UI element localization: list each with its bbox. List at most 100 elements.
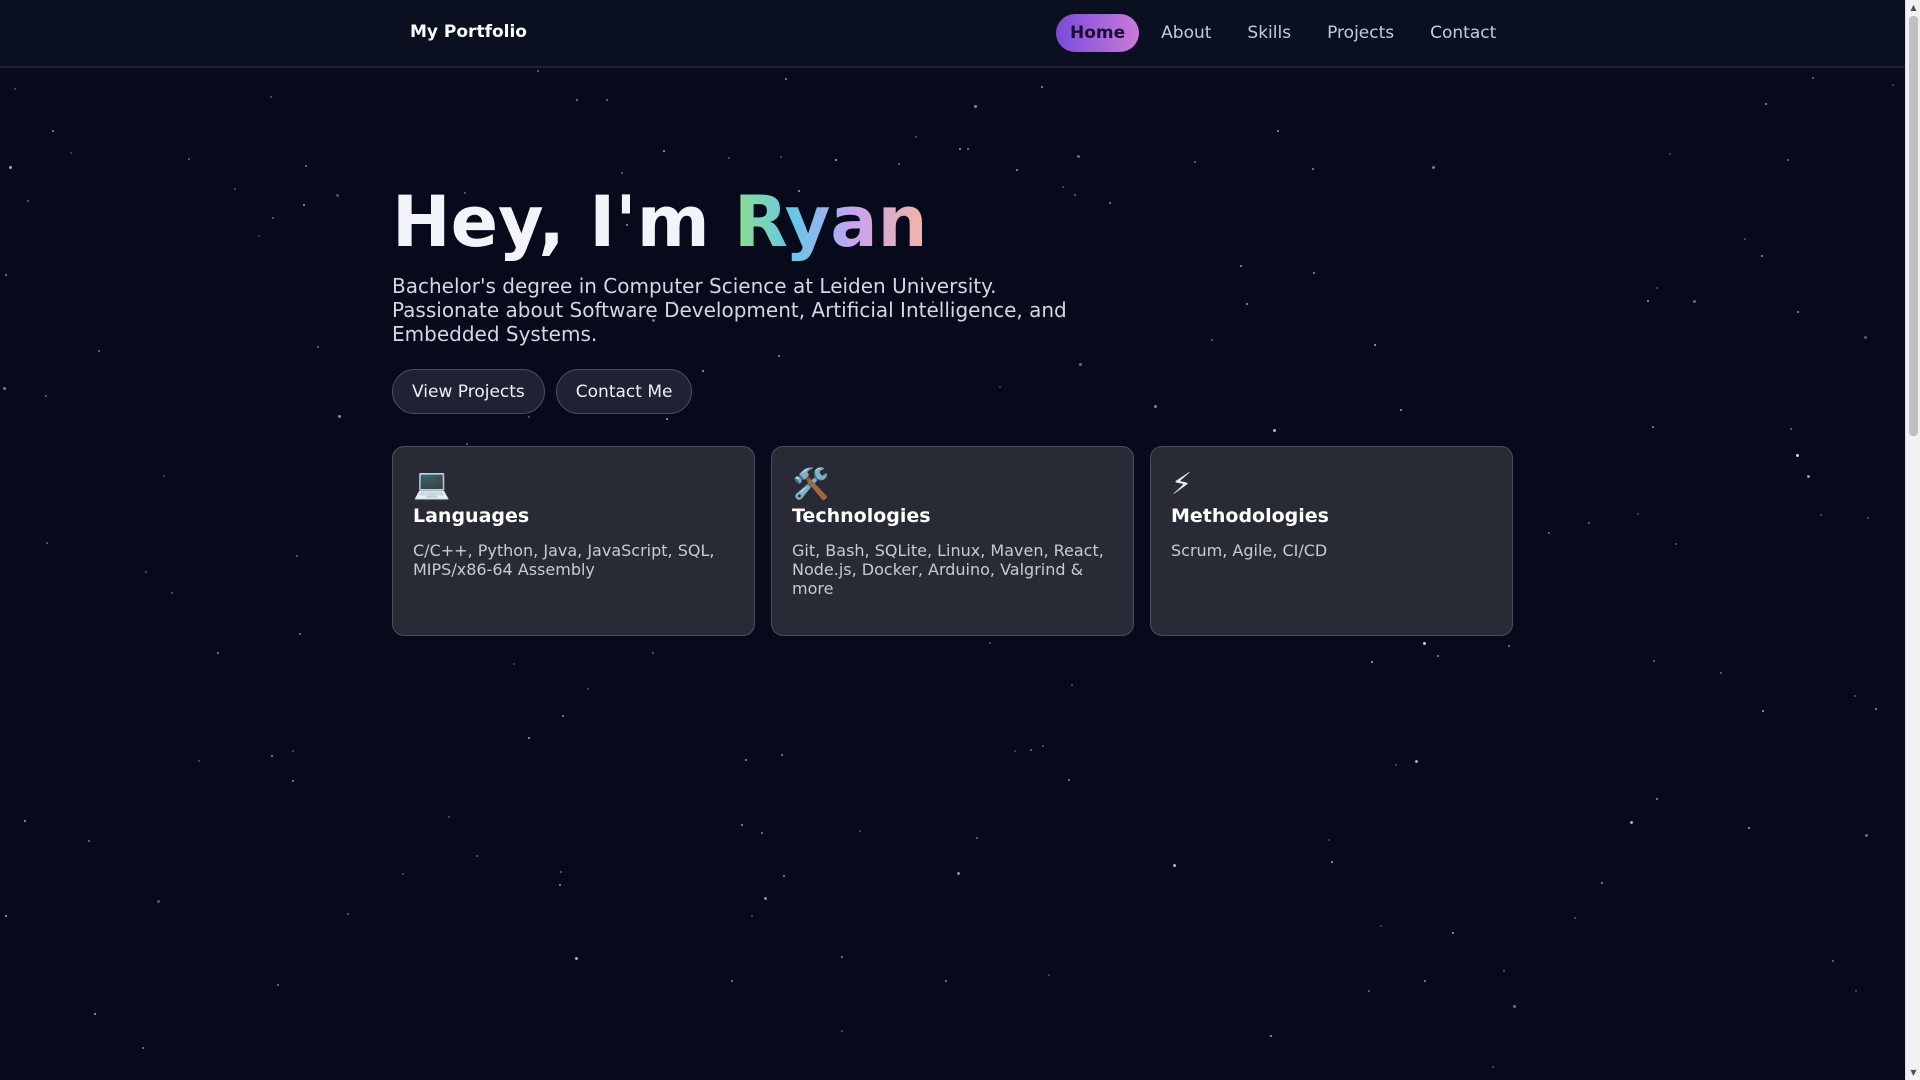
star bbox=[402, 873, 404, 875]
star bbox=[1630, 821, 1633, 824]
star bbox=[728, 157, 730, 159]
star bbox=[1380, 925, 1382, 927]
star bbox=[652, 652, 654, 654]
star bbox=[745, 759, 747, 761]
nav-link-home[interactable]: Home bbox=[1056, 14, 1140, 52]
star bbox=[5, 274, 7, 276]
nav-link-contact[interactable]: Contact bbox=[1416, 14, 1510, 52]
star bbox=[1368, 990, 1370, 992]
star bbox=[347, 913, 349, 915]
view-projects-button[interactable]: View Projects bbox=[392, 369, 545, 414]
star bbox=[1865, 834, 1868, 837]
skills-cards: 💻 Languages C/C++, Python, Java, JavaScr… bbox=[392, 446, 1513, 636]
star bbox=[171, 592, 173, 594]
scroll-down-arrow-icon[interactable]: ▼ bbox=[1906, 1065, 1920, 1080]
star bbox=[258, 235, 260, 237]
star bbox=[1331, 861, 1333, 863]
star bbox=[46, 542, 48, 544]
star bbox=[841, 1030, 843, 1032]
star bbox=[270, 96, 272, 98]
star bbox=[528, 416, 530, 418]
star bbox=[1503, 970, 1505, 972]
scroll-up-arrow-icon[interactable]: ▲ bbox=[1906, 0, 1920, 15]
nav-link-about[interactable]: About bbox=[1147, 14, 1225, 52]
star bbox=[1492, 1066, 1494, 1068]
star bbox=[142, 1047, 144, 1049]
star bbox=[513, 663, 515, 665]
star bbox=[1854, 695, 1856, 697]
star bbox=[1832, 960, 1834, 962]
star bbox=[27, 200, 29, 202]
star bbox=[271, 755, 273, 757]
star bbox=[1014, 750, 1016, 752]
star bbox=[621, 172, 623, 174]
hero-name: Ryan bbox=[734, 181, 928, 263]
star bbox=[575, 957, 578, 960]
star bbox=[292, 750, 294, 752]
star bbox=[1720, 672, 1722, 674]
portfolio-page: My Portfolio Home About Skills Projects … bbox=[0, 0, 1920, 1080]
star bbox=[764, 897, 767, 900]
card-text: Git, Bash, SQLite, Linux, Maven, React, … bbox=[792, 541, 1104, 598]
star bbox=[296, 555, 298, 557]
star bbox=[299, 633, 301, 635]
star bbox=[1077, 155, 1080, 158]
star bbox=[52, 130, 54, 132]
star bbox=[466, 443, 468, 445]
scrollbar-thumb[interactable] bbox=[1909, 16, 1918, 436]
star bbox=[1424, 980, 1426, 982]
star bbox=[1328, 839, 1330, 841]
hero-greeting: Hey, I'm bbox=[392, 181, 735, 263]
star bbox=[1855, 990, 1857, 992]
top-navbar: My Portfolio Home About Skills Projects … bbox=[0, 0, 1905, 68]
star bbox=[528, 737, 530, 739]
star bbox=[731, 980, 733, 982]
star bbox=[1656, 798, 1658, 800]
star bbox=[915, 136, 917, 138]
star bbox=[5, 915, 7, 917]
star bbox=[188, 158, 190, 160]
star bbox=[1437, 655, 1439, 657]
star bbox=[957, 872, 960, 875]
card-title: Languages bbox=[413, 505, 530, 527]
card-languages: 💻 Languages C/C++, Python, Java, JavaScr… bbox=[392, 446, 755, 636]
star bbox=[1647, 300, 1649, 302]
star bbox=[976, 837, 978, 839]
page-scrollbar[interactable]: ▲ ▼ bbox=[1905, 0, 1920, 1080]
star bbox=[88, 840, 90, 842]
star bbox=[1864, 336, 1867, 339]
star bbox=[272, 217, 274, 219]
star bbox=[587, 688, 589, 690]
star bbox=[1797, 311, 1799, 313]
site-brand[interactable]: My Portfolio bbox=[410, 22, 527, 42]
laptop-icon: 💻 bbox=[413, 467, 451, 502]
star bbox=[9, 166, 12, 169]
star bbox=[1109, 202, 1111, 204]
star bbox=[562, 715, 564, 717]
star bbox=[1790, 428, 1792, 430]
star bbox=[1313, 272, 1315, 274]
star bbox=[1194, 161, 1196, 163]
nav-link-projects[interactable]: Projects bbox=[1313, 14, 1408, 52]
nav-link-skills[interactable]: Skills bbox=[1233, 14, 1305, 52]
star bbox=[1653, 660, 1655, 662]
star bbox=[1432, 166, 1435, 169]
star bbox=[1588, 522, 1590, 524]
hero-heading: Hey, I'm Ryan bbox=[392, 180, 1092, 264]
star bbox=[45, 395, 47, 397]
star bbox=[1068, 779, 1070, 781]
contact-me-button[interactable]: Contact Me bbox=[555, 369, 693, 414]
tools-icon: 🛠️ bbox=[792, 467, 830, 502]
star bbox=[24, 820, 26, 822]
star bbox=[3, 387, 6, 390]
star bbox=[98, 350, 100, 352]
star bbox=[1761, 255, 1763, 257]
star bbox=[859, 830, 861, 832]
star bbox=[537, 70, 539, 72]
star bbox=[785, 78, 787, 80]
star bbox=[163, 475, 165, 477]
star bbox=[1030, 749, 1032, 751]
star bbox=[1400, 409, 1402, 411]
star bbox=[157, 900, 160, 903]
hero-description: Bachelor's degree in Computer Science at… bbox=[392, 274, 1067, 346]
